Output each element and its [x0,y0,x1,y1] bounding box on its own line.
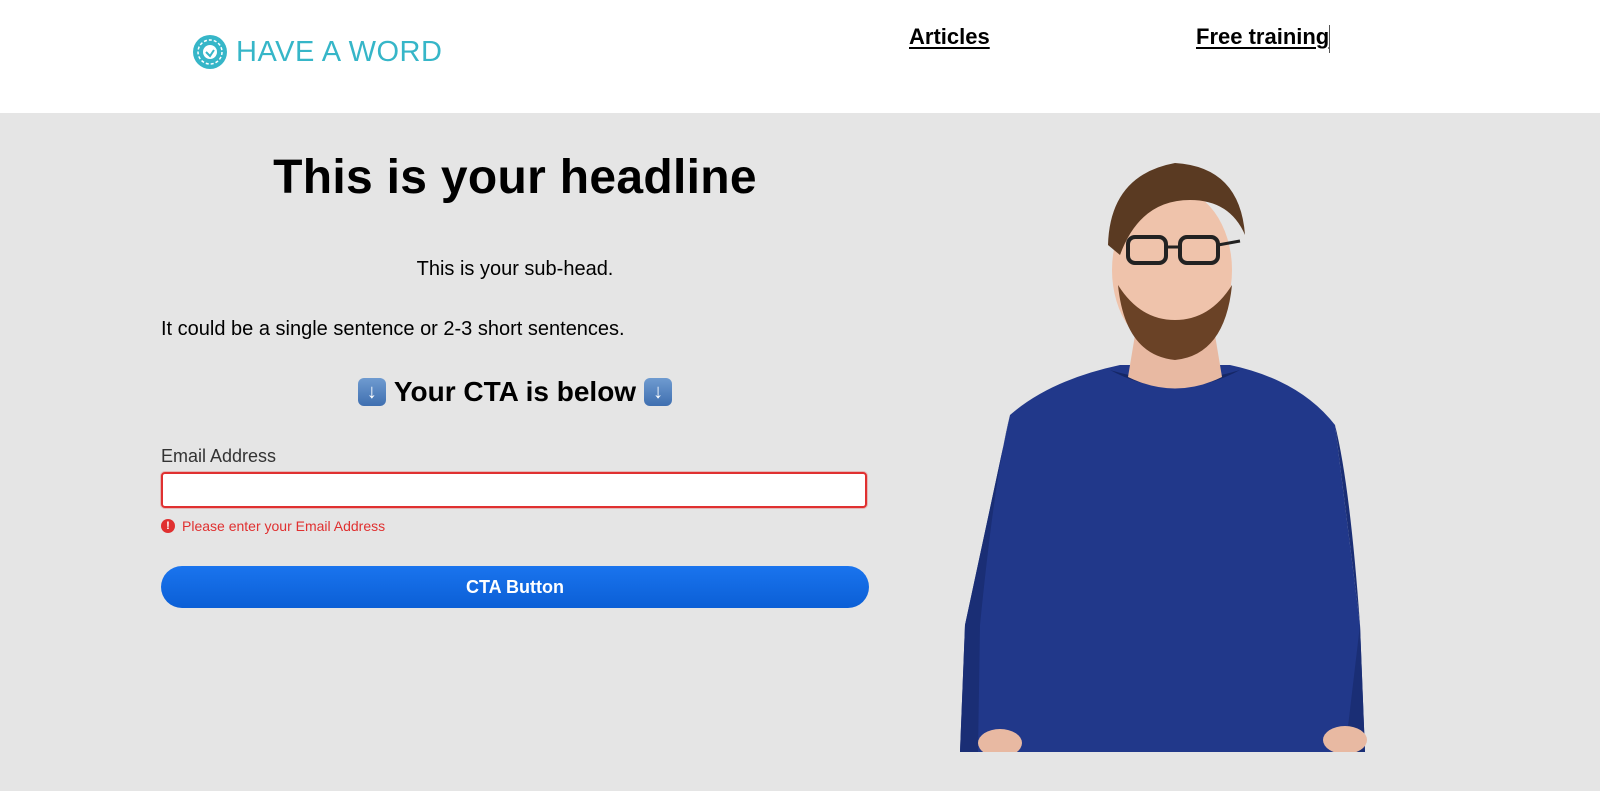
down-arrow-icon: ↓ [357,378,386,406]
cta-heading-text: Your CTA is below [393,376,637,407]
logo-icon [193,35,227,69]
email-error: ! Please enter your Email Address [161,518,385,534]
site-header: HAVE A WORD Articles Free training [0,0,1600,113]
page-subhead: This is your sub-head. [416,258,614,280]
email-input[interactable] [161,472,867,508]
logo[interactable]: HAVE A WORD [192,34,442,70]
text-cursor [1329,25,1330,53]
page-headline: This is your headline [273,151,757,204]
body-text: It could be a single sentence or 2-3 sho… [161,318,625,340]
down-arrow-icon: ↓ [644,378,673,406]
person-photo [960,163,1367,752]
cta-button[interactable]: CTA Button [161,566,869,608]
nav-link-articles[interactable]: Articles [909,24,990,50]
cta-heading: ↓ Your CTA is below ↓ [161,376,869,408]
error-message: Please enter your Email Address [182,518,386,534]
error-icon: ! [161,519,175,533]
email-label: Email Address [161,446,277,466]
logo-text: HAVE A WORD [236,35,443,68]
nav-link-free-training[interactable]: Free training [1196,24,1329,50]
